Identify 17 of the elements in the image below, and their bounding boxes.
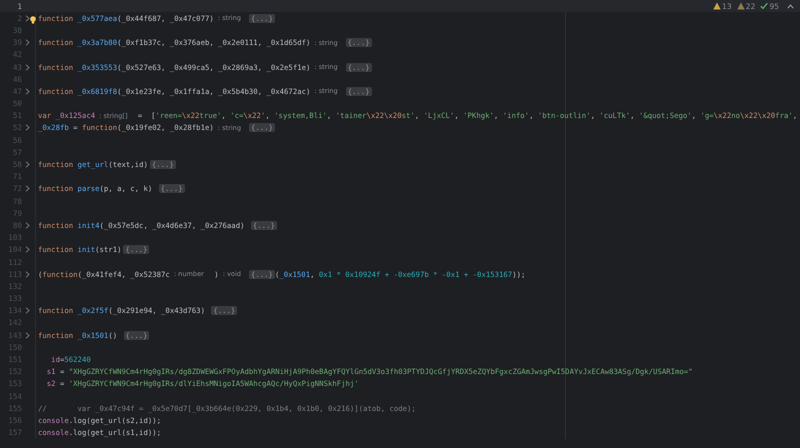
chevron-icon[interactable] <box>25 14 30 22</box>
lightbulb-icon[interactable] <box>30 16 36 24</box>
chevron-icon[interactable] <box>25 88 30 95</box>
chevron-icon[interactable] <box>25 270 30 278</box>
chevron-icon[interactable] <box>25 222 30 229</box>
chevron-icon[interactable] <box>25 64 30 71</box>
chevron-icon[interactable] <box>25 185 30 192</box>
warning-icon <box>712 2 721 10</box>
chevron-icon[interactable] <box>25 332 30 339</box>
caret-up-icon[interactable] <box>787 4 794 8</box>
warning-icon <box>736 2 745 10</box>
chevron-icon[interactable] <box>25 307 30 314</box>
chevron-icon[interactable] <box>25 161 30 168</box>
check-icon <box>760 2 768 10</box>
chevron-icon[interactable] <box>25 124 30 132</box>
chevron-icon[interactable] <box>25 39 30 46</box>
chevron-icon[interactable] <box>25 246 30 254</box>
